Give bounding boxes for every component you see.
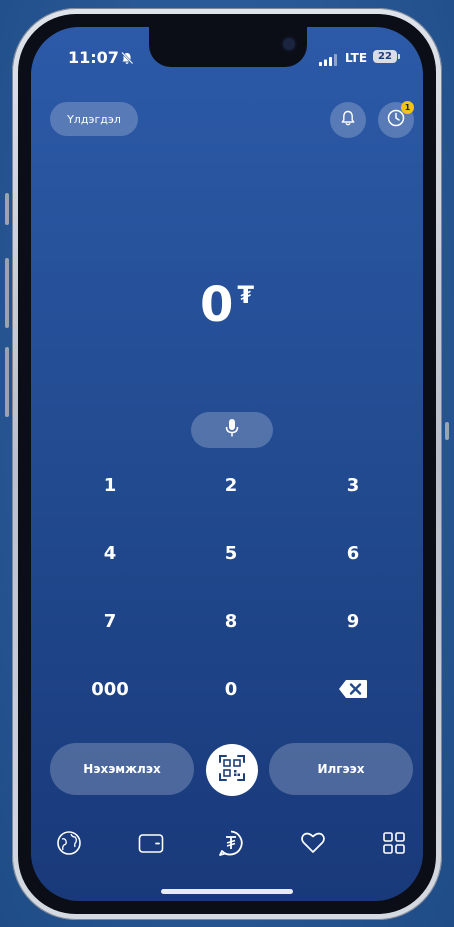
front-camera xyxy=(283,38,295,50)
key-000[interactable]: 000 xyxy=(70,669,150,709)
key-6[interactable]: 6 xyxy=(313,533,393,573)
notifications-button[interactable] xyxy=(330,102,366,138)
key-3[interactable]: 3 xyxy=(313,465,393,505)
backspace-icon xyxy=(338,679,368,699)
notch xyxy=(149,27,307,67)
key-2[interactable]: 2 xyxy=(191,465,271,505)
nav-payment[interactable] xyxy=(213,827,249,863)
power-button xyxy=(445,422,449,440)
notification-badge: 1 xyxy=(401,101,414,114)
key-7[interactable]: 7 xyxy=(70,601,150,641)
mute-switch xyxy=(5,193,9,225)
bell-slash-icon xyxy=(120,50,134,69)
nav-wallet[interactable] xyxy=(133,827,169,863)
key-9[interactable]: 9 xyxy=(313,601,393,641)
request-payment-button[interactable]: Нэхэмжлэх xyxy=(50,743,194,795)
home-indicator xyxy=(161,889,293,894)
microphone-icon xyxy=(224,418,240,442)
volume-down-button xyxy=(5,347,9,417)
key-5[interactable]: 5 xyxy=(191,533,271,573)
qr-scan-button[interactable] xyxy=(206,744,258,796)
status-time: 11:07 xyxy=(68,48,119,67)
heart-icon xyxy=(300,831,326,859)
tugrik-icon xyxy=(217,829,245,861)
globe-icon xyxy=(56,830,82,860)
signal-bars-icon xyxy=(319,51,339,70)
network-type: LTE xyxy=(345,51,368,65)
send-button[interactable]: Илгээх xyxy=(269,743,413,795)
volume-up-button xyxy=(5,258,9,328)
key-8[interactable]: 8 xyxy=(191,601,271,641)
battery-tip xyxy=(398,54,400,59)
grid-icon xyxy=(382,831,406,859)
amount-display: 0 ₮ xyxy=(31,277,423,333)
wallet-icon xyxy=(138,832,164,858)
delete-button[interactable] xyxy=(313,669,393,709)
key-1[interactable]: 1 xyxy=(70,465,150,505)
bell-icon xyxy=(339,109,357,131)
balance-button[interactable]: Үлдэгдэл xyxy=(50,102,138,136)
key-0[interactable]: 0 xyxy=(191,669,271,709)
amount-value: 0 xyxy=(199,277,234,333)
battery-indicator: 22 xyxy=(373,50,397,63)
nav-menu[interactable] xyxy=(376,827,412,863)
currency-symbol: ₮ xyxy=(237,281,255,309)
nav-favorites[interactable] xyxy=(295,827,331,863)
voice-input-button[interactable] xyxy=(191,412,273,448)
nav-globe[interactable] xyxy=(51,827,87,863)
key-4[interactable]: 4 xyxy=(70,533,150,573)
qr-code-icon xyxy=(218,754,246,786)
phone-screen: 11:07 LTE 22 Үлдэгдэл 1 0 ₮ 1 2 3 4 5 6 … xyxy=(31,27,423,901)
